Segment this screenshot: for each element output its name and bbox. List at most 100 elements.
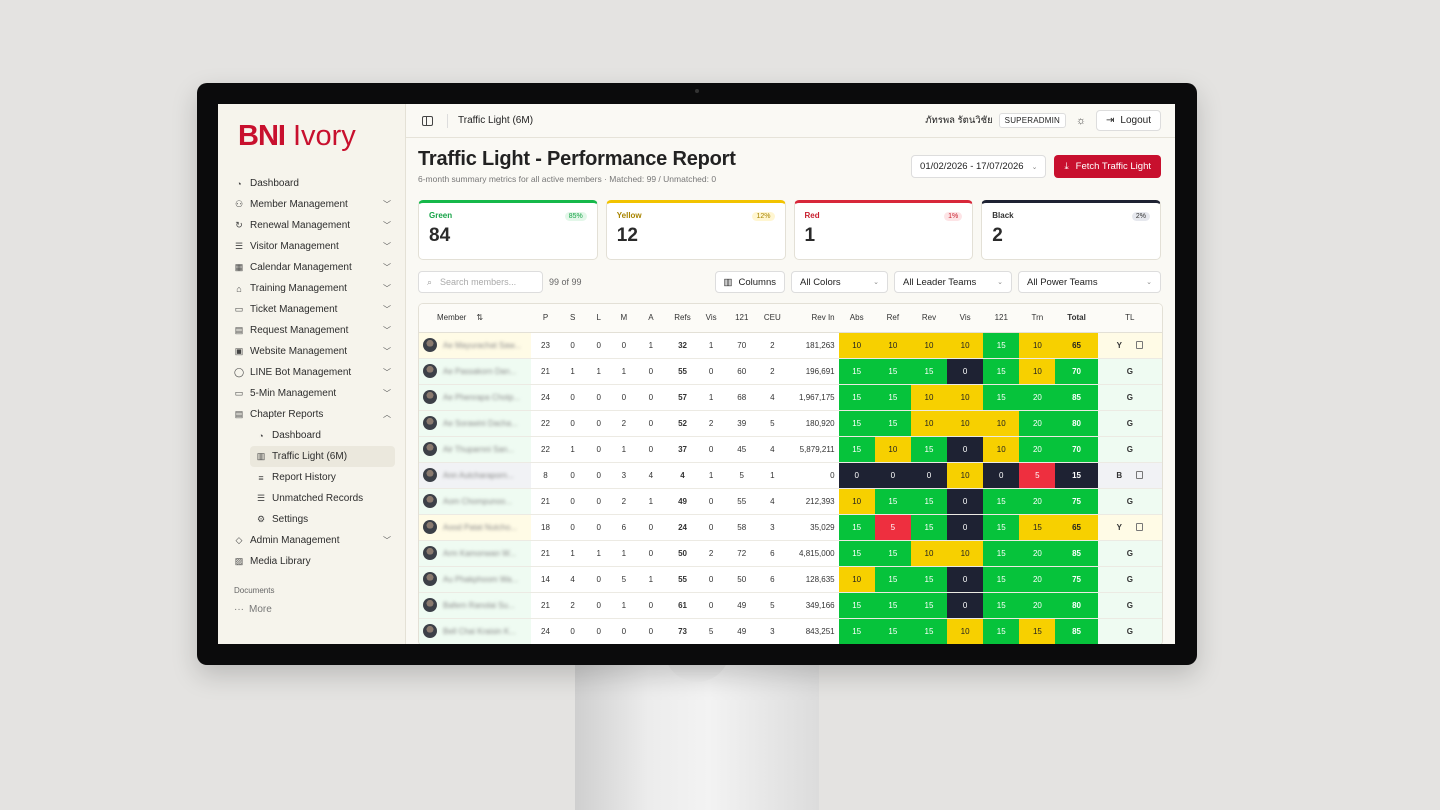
fetch-traffic-light-button[interactable]: ⤓ Fetch Traffic Light <box>1054 155 1161 178</box>
table-row[interactable]: Ae Mayurachat Saw... 23 0 0 0 1 32 1 70 2 181,263 1… <box>419 332 1162 359</box>
column-header[interactable]: Abs <box>838 304 875 333</box>
sidebar-item-member-management[interactable]: ⚇ Member Management ﹀ <box>232 194 395 215</box>
table-row[interactable]: Ae Passakorn Dan... 21 1 1 1 0 55 0 60 2 196,691 15… <box>419 358 1162 385</box>
score-cell: 15 <box>838 436 875 463</box>
traffic-light-cell: G <box>1097 540 1162 567</box>
chevron-up-icon[interactable]: ︿ <box>383 409 391 420</box>
chevron-down-icon[interactable]: ﹀ <box>383 304 391 315</box>
column-header[interactable]: Vis <box>947 304 984 333</box>
sidebar-item-media-library[interactable]: ▨ Media Library <box>232 551 395 572</box>
member-cell[interactable]: Ann Autcharaporn... <box>419 462 532 489</box>
sort-icon[interactable]: ⇅ <box>476 313 483 322</box>
chevron-down-icon[interactable]: ﹀ <box>383 367 391 378</box>
member-cell[interactable]: Ae Sorawini Dacha... <box>419 410 532 437</box>
sidebar-item-renewal-management[interactable]: ↻ Renewal Management ﹀ <box>232 215 395 236</box>
sidebar-item-training-management[interactable]: ⌂ Training Management ﹀ <box>232 278 395 299</box>
column-header[interactable]: CEU <box>760 304 785 333</box>
more-button[interactable]: ··· More <box>232 599 395 619</box>
copy-icon[interactable] <box>1136 471 1144 480</box>
column-header[interactable]: Member ⇅ <box>419 304 532 333</box>
column-header-label: Trn <box>1031 313 1044 323</box>
sidebar-item-visitor-management[interactable]: ☰ Visitor Management ﹀ <box>232 236 395 257</box>
brand-logo[interactable]: BNI Ivory <box>238 120 395 153</box>
member-cell[interactable]: Arm Kamonwan W... <box>419 540 532 567</box>
chevron-down-icon[interactable]: ﹀ <box>383 388 391 399</box>
column-header[interactable]: Total <box>1055 304 1098 333</box>
copy-icon[interactable] <box>1135 523 1143 532</box>
sidebar-item-chapter-reports[interactable]: ▤ Chapter Reports ︿ <box>232 404 395 425</box>
column-header[interactable]: Refs <box>665 304 700 333</box>
sidebar-item-report-history[interactable]: ≡ Report History <box>250 467 395 488</box>
column-header[interactable]: Vis <box>699 304 724 333</box>
sidebar-item-dashboard[interactable]: ◔ Dashboard <box>232 173 395 194</box>
column-header[interactable]: A <box>635 304 666 333</box>
sidebar-item-website-management[interactable]: ▣ Website Management ﹀ <box>232 341 395 362</box>
member-cell[interactable]: Ae Mayurachat Saw... <box>419 332 532 359</box>
chevron-down-icon[interactable]: ﹀ <box>383 535 391 546</box>
member-cell[interactable]: Bell Chai Kraisin K... <box>419 618 532 644</box>
sidebar-item-line-bot-management[interactable]: ◯ LINE Bot Management ﹀ <box>232 362 395 383</box>
copy-icon[interactable] <box>1135 341 1143 350</box>
table-row[interactable]: Ann Autcharaporn... 8 0 0 3 4 4 1 5 1 0 0 0 0 10 0 5 15 B <box>419 462 1162 489</box>
table-row[interactable]: Air Thuparnni San... 22 1 0 1 0 37 0 45 4 5,879,21… <box>419 436 1162 463</box>
summary-card-yellow[interactable]: Yellow 12 12% <box>605 200 786 260</box>
chevron-down-icon[interactable]: ﹀ <box>383 220 391 231</box>
column-header[interactable]: S <box>559 304 586 333</box>
chevron-down-icon[interactable]: ﹀ <box>383 346 391 357</box>
columns-button[interactable]: ▥ Columns <box>714 271 785 293</box>
sidebar-item-unmatched-records[interactable]: ☰ Unmatched Records <box>250 488 395 509</box>
search-input[interactable]: ⌕ Search members... <box>418 271 543 293</box>
member-cell[interactable]: Aood Patat Nutcho... <box>419 514 532 541</box>
chevron-down-icon[interactable]: ﹀ <box>383 283 391 294</box>
cell-rev_in: 349,166 <box>784 592 839 619</box>
column-header[interactable]: Rev In <box>784 304 839 333</box>
column-header[interactable]: P <box>531 304 560 333</box>
member-cell[interactable]: Air Thuparnni San... <box>419 436 532 463</box>
date-range-picker[interactable]: 01/02/2026 - 17/07/2026 ⌄ <box>911 155 1047 178</box>
chevron-down-icon[interactable]: ﹀ <box>383 199 391 210</box>
sidebar-item-ticket-management[interactable]: ▭ Ticket Management ﹀ <box>232 299 395 320</box>
chevron-down-icon[interactable]: ﹀ <box>383 241 391 252</box>
table-row[interactable]: Au Phakphoom Wa... 14 4 0 5 1 55 0 50 6 128,635 10 1… <box>419 566 1162 593</box>
column-header[interactable]: 121 <box>723 304 761 333</box>
member-cell[interactable]: Bafern Ranolai Su... <box>419 592 532 619</box>
summary-card-green[interactable]: Green 84 85% <box>418 200 598 260</box>
power-team-select[interactable]: All Power Teams ⌄ <box>1018 271 1161 293</box>
summary-card-red[interactable]: Red 1 1% <box>793 200 974 260</box>
sidebar-item-request-management[interactable]: ▤ Request Management ﹀ <box>232 320 395 341</box>
color-filter-select[interactable]: All Colors ⌄ <box>791 271 888 293</box>
column-header[interactable]: Trn <box>1019 304 1056 333</box>
sun-icon[interactable]: ☼ <box>1072 115 1090 127</box>
sidebar-item-admin-management[interactable]: ◇ Admin Management ﹀ <box>232 530 395 551</box>
sidebar-item-calendar-management[interactable]: ▦ Calendar Management ﹀ <box>232 257 395 278</box>
chevron-down-icon[interactable]: ﹀ <box>383 262 391 273</box>
column-header[interactable]: TL <box>1097 304 1162 333</box>
sidebar-item-5-min-management[interactable]: ▭ 5-Min Management ﹀ <box>232 383 395 404</box>
sidebar-item-traffic-light-6m[interactable]: ▥ Traffic Light (6M) <box>250 446 395 467</box>
column-header[interactable]: M <box>611 304 636 333</box>
table-row[interactable]: Ae Sorawini Dacha... 22 0 0 2 0 52 2 39 5 180,920 1… <box>419 410 1162 437</box>
traffic-light-table: Member ⇅ P S L M A Refs Vis 121 CEU Rev In Abs Ref Rev… <box>418 303 1163 644</box>
sidebar-item-settings[interactable]: ⚙ Settings <box>250 509 395 530</box>
table-row[interactable]: Aom Chompunoo... 21 0 0 2 1 49 0 55 4 212,393 10 15 1… <box>419 488 1162 515</box>
column-header[interactable]: Ref <box>874 304 911 333</box>
column-header[interactable]: L <box>585 304 612 333</box>
column-header[interactable]: Rev <box>910 304 948 333</box>
logout-button[interactable]: ⇥ Logout <box>1096 110 1161 131</box>
table-row[interactable]: Bafern Ranolai Su... 21 2 0 1 0 61 0 49 5 349,166 1… <box>419 592 1162 619</box>
table-row[interactable]: Aood Patat Nutcho... 18 0 0 6 0 24 0 58 3 35,029 15… <box>419 514 1162 541</box>
summary-card-black[interactable]: Black 2 2% <box>981 200 1161 260</box>
sidebar-item-dashboard[interactable]: ◔ Dashboard <box>250 425 395 446</box>
table-row[interactable]: Arm Kamonwan W... 21 1 1 1 0 50 2 72 6 4,815,000 15… <box>419 540 1162 567</box>
chevron-down-icon[interactable]: ﹀ <box>383 325 391 336</box>
sidebar-item-label: Calendar Management <box>250 262 352 273</box>
member-cell[interactable]: Aom Chompunoo... <box>419 488 532 515</box>
sidebar-toggle-icon[interactable] <box>422 115 433 126</box>
leader-team-select[interactable]: All Leader Teams ⌄ <box>894 271 1012 293</box>
member-cell[interactable]: Ae Phenrapa Chotp... <box>419 384 532 411</box>
member-cell[interactable]: Ae Passakorn Dan... <box>419 358 532 385</box>
column-header[interactable]: 121 <box>983 304 1020 333</box>
table-row[interactable]: Bell Chai Kraisin K... 24 0 0 0 0 73 5 49 3 843,25… <box>419 618 1162 644</box>
member-cell[interactable]: Au Phakphoom Wa... <box>419 566 532 593</box>
table-row[interactable]: Ae Phenrapa Chotp... 24 0 0 0 0 57 1 68 4 1,967,17… <box>419 384 1162 411</box>
